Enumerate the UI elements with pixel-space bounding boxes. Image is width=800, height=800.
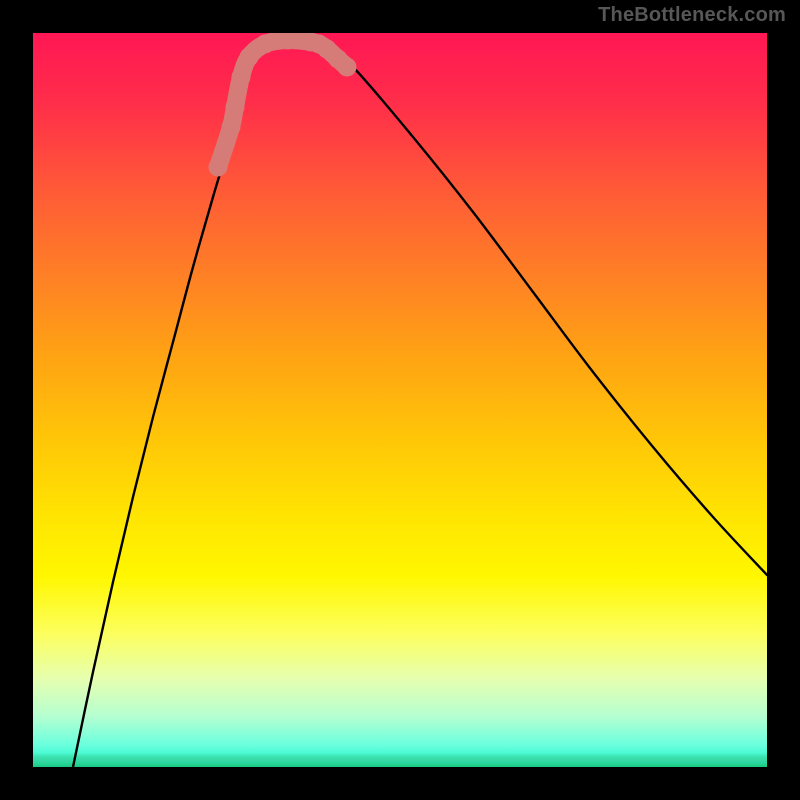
valley-dot: [256, 35, 275, 54]
plot-area: [33, 33, 767, 767]
bottleneck-curve: [73, 40, 767, 767]
stage: TheBottleneck.com: [0, 0, 800, 800]
valley-dot: [240, 48, 259, 67]
valley-dot: [209, 158, 228, 177]
valley-dot: [226, 98, 245, 117]
curve-layer: [33, 33, 767, 767]
valley-dot: [232, 68, 251, 87]
valley-dot: [222, 118, 241, 137]
watermark-text: TheBottleneck.com: [598, 4, 786, 27]
valley-dot: [338, 58, 357, 77]
